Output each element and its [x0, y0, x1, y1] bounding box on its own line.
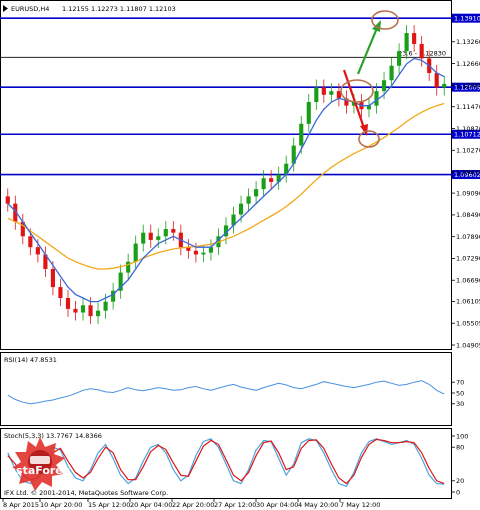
- candle-body: [80, 305, 86, 313]
- time-tick-label: 7 May 12:00: [340, 501, 380, 509]
- time-tick-label: 10 Apr 20:00: [40, 501, 82, 509]
- candle-body: [419, 43, 424, 59]
- rsi-label: RSI(14) 47.8531: [4, 356, 57, 364]
- candle-body: [269, 178, 274, 182]
- candle-body: [103, 301, 108, 311]
- stoch-tick-label: 20: [456, 477, 464, 485]
- candle-body: [434, 72, 439, 88]
- price-tick-label: 1.09090: [456, 189, 480, 197]
- candle-body: [306, 102, 311, 124]
- candle-body: [442, 83, 447, 88]
- candle-body: [88, 305, 93, 317]
- symbol-label: EURUSD,H4: [11, 5, 49, 13]
- stoch-axis: 100 80 20 0: [452, 432, 468, 496]
- candle-body: [126, 261, 131, 273]
- candle-body: [397, 51, 402, 66]
- candle-body: [254, 189, 259, 197]
- rsi-panel: [0, 352, 452, 426]
- price-tick-label: 1.10870: [456, 125, 480, 133]
- price-tick-label: 1.06690: [456, 277, 480, 285]
- time-tick-label: 27 Apr 12:00: [214, 501, 256, 509]
- price-tick-label: 1.13260: [456, 38, 480, 46]
- candle-body: [141, 232, 146, 244]
- candle-body: [5, 196, 10, 204]
- price-tick-label: 1.12660: [456, 60, 480, 68]
- candle-body: [156, 236, 161, 240]
- stoch-tick-label: 0: [456, 488, 460, 496]
- stoch-tick-label: 100: [456, 432, 468, 440]
- candle-body: [50, 268, 55, 288]
- time-tick-label: 30 Apr 04:00: [256, 501, 298, 509]
- ohlc-label: 1.12155 1.12273 1.11807 1.12103: [62, 5, 176, 13]
- candle-body: [73, 308, 78, 313]
- price-tick-label: 1.11470: [456, 103, 480, 111]
- price-tick-label: 1.07290: [456, 255, 480, 263]
- candle-body: [133, 243, 138, 262]
- watermark-text: InstaForex: [4, 464, 70, 477]
- candle-body: [28, 236, 33, 248]
- chart-window: 1.13910 23.6 - 1.12830 1.12009 1.10712 1.096…: [0, 0, 480, 510]
- price-tick-label: 1.07890: [456, 233, 480, 241]
- time-tick-label: 4 May 20:00: [298, 501, 338, 509]
- rsi-axis: 70 50 30: [452, 379, 464, 408]
- candle-body: [95, 310, 101, 317]
- candle-body: [65, 298, 71, 309]
- price-tick-label: 1.06105: [456, 298, 480, 306]
- price-axis: 1.13260 1.12660 1.12060 1.11470 1.10870 1.102…: [452, 38, 480, 349]
- candle-body: [163, 229, 168, 237]
- candle-body: [381, 80, 387, 92]
- time-tick-label: 15 Apr 12:00: [88, 501, 130, 509]
- candle-body: [171, 229, 176, 233]
- chart-header: EURUSD,H4 1.12155 1.12273 1.11807 1.1210…: [3, 5, 176, 13]
- chart-canvas: 1.1391023.6 - 1.128301.120091.107121.096…: [0, 0, 480, 509]
- candle-body: [404, 33, 409, 52]
- candle-body: [299, 123, 304, 146]
- rsi-tick-label: 30: [456, 400, 464, 408]
- candle-body: [201, 252, 206, 255]
- copyright: IFX Ltd. © 2001-2014, MetaQuotes Softwar…: [4, 489, 168, 497]
- candle-body: [329, 91, 334, 95]
- candle-body: [321, 87, 326, 95]
- price-tick-label: 1.12060: [456, 82, 480, 90]
- candle-body: [238, 203, 244, 215]
- candle-body: [148, 232, 153, 240]
- rsi-tick-label: 50: [456, 389, 464, 397]
- candle-body: [314, 87, 319, 103]
- rsi-tick-label: 70: [456, 379, 464, 387]
- candle-body: [193, 250, 198, 255]
- level-value: 1.13910: [454, 14, 480, 22]
- price-tick-label: 1.04905: [456, 341, 480, 349]
- price-tick-label: 1.10270: [456, 147, 480, 155]
- time-tick-label: 22 Apr 20:00: [172, 501, 214, 509]
- candle-body: [58, 287, 63, 299]
- price-tick-label: 1.05505: [456, 320, 480, 328]
- price-tick-label: 1.09670: [456, 168, 480, 176]
- price-tick-label: 1.08490: [456, 211, 480, 219]
- candle-body: [35, 247, 40, 255]
- stoch-tick-label: 80: [456, 444, 464, 452]
- candle-body: [389, 65, 394, 81]
- time-axis: 8 Apr 2015 10 Apr 20:00 15 Apr 12:00 20 Apr…: [2, 499, 380, 509]
- candle-body: [261, 178, 266, 190]
- time-tick-label: 8 Apr 2015: [3, 501, 39, 509]
- stoch-label: Stoch(5,3,3) 13.7767 14.8366: [4, 432, 102, 440]
- candle-body: [208, 247, 214, 253]
- candle-body: [412, 33, 417, 44]
- candle-body: [246, 196, 251, 204]
- time-tick-label: 20 Apr 04:00: [130, 501, 172, 509]
